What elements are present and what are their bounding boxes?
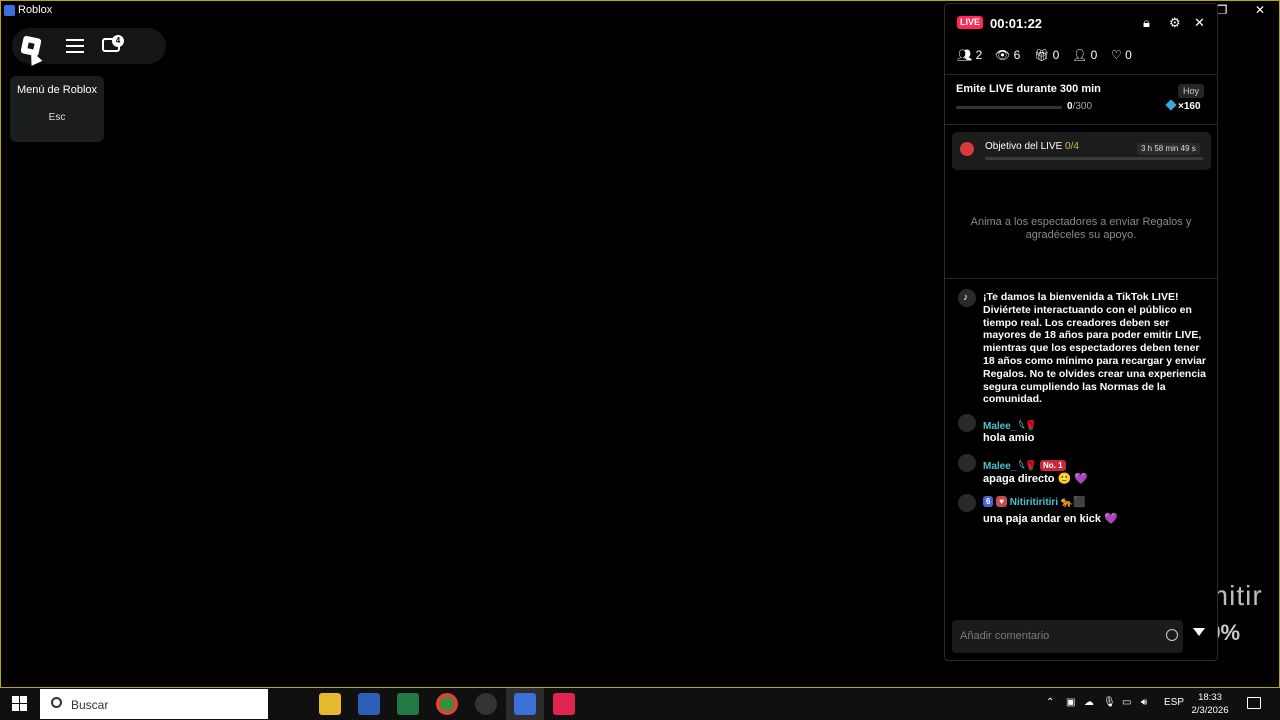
clock-time: 18:33 — [1198, 692, 1222, 703]
comment-text: apaga directo 🙂 💜 — [983, 473, 1089, 485]
tray-app-icon[interactable]: ▣ — [1066, 697, 1075, 708]
obs-icon[interactable] — [475, 693, 497, 715]
comment-user-row: Malee_ 𓆩🌹 No. 1 — [983, 457, 1066, 473]
followers-stat[interactable]: 👤︎ 0 — [1072, 48, 1097, 62]
tiktok-live-panel: LIVE 00:01:22 🔒︎ ⚙ ✕ 👥︎ 2 👁︎ 6 🎁︎ 0 👤︎ 0… — [944, 3, 1218, 661]
likes-stat[interactable]: ♡ 0 — [1111, 48, 1132, 62]
send-icon[interactable] — [1193, 628, 1205, 636]
close-window-button[interactable]: ✕ — [1252, 3, 1268, 17]
comment-username[interactable]: Malee_ 𓆩🌹 — [983, 417, 1037, 433]
avatar[interactable] — [958, 414, 976, 432]
notification-icon[interactable] — [1247, 697, 1261, 709]
avatar[interactable] — [958, 454, 976, 472]
tooltip-shortcut: Esc — [48, 112, 66, 123]
network-icon[interactable]: ▭ — [1122, 697, 1131, 708]
emoji-icon[interactable] — [1166, 629, 1178, 641]
tiktok-avatar: ♪ — [958, 289, 976, 307]
hamburger-icon[interactable] — [66, 39, 84, 53]
volume-icon[interactable]: 🔊︎ — [1141, 697, 1147, 708]
comment-username[interactable]: Nitiritiritiri 🐆⬛ — [1010, 497, 1086, 508]
microphone-icon[interactable]: 🎙︎ — [1103, 697, 1116, 708]
tooltip-title: Menú de Roblox — [16, 84, 98, 96]
fan-badge-icon: ♥ — [996, 496, 1007, 507]
word-icon[interactable] — [358, 693, 380, 715]
roblox-app-icon — [4, 5, 15, 16]
roblox-menu-tooltip: Menú de Roblox Esc — [10, 76, 104, 142]
mission-title: Emite LIVE durante 300 min — [956, 83, 1101, 95]
goal-progress-bar — [985, 157, 1203, 160]
goal-icon — [960, 142, 974, 156]
search-placeholder: Buscar — [71, 698, 109, 712]
live-badge: LIVE — [957, 16, 984, 29]
comment-user-row: 6 ♥ Nitiritiritiri 🐆⬛ — [983, 496, 1086, 508]
lock-icon[interactable]: 🔒︎ — [1143, 15, 1150, 31]
tiktok-live-studio-icon[interactable] — [553, 693, 575, 715]
close-icon[interactable]: ✕ — [1194, 15, 1205, 31]
gem-icon — [1165, 99, 1177, 111]
desktop: Roblox ❐ ✕ 4 Menú de Roblox Esc Omitir 3… — [0, 0, 1280, 720]
clock-date: 2/3/2026 — [1191, 705, 1229, 716]
language-indicator[interactable]: ESP — [1164, 697, 1184, 708]
chrome-icon[interactable] — [436, 693, 458, 715]
chat-badge: 4 — [112, 35, 124, 47]
comment-username[interactable]: Malee_ 𓆩🌹 — [983, 461, 1037, 472]
live-goal-card[interactable]: Objetivo del LIVE 0/4 3 h 58 min 49 s — [952, 132, 1211, 170]
goal-time-left: 3 h 58 min 49 s — [1137, 143, 1200, 155]
taskbar: Buscar ⌃ ▣ ☁ 🎙︎ ▭ 🔊︎ ESP 18:33 2/3/2026 — [0, 688, 1280, 720]
mission-period: Hoy — [1178, 84, 1205, 98]
tiktok-icon: ♪ — [963, 292, 968, 303]
comment-placeholder: Añadir comentario — [960, 630, 1050, 642]
settings-icon[interactable]: ⚙ — [1169, 15, 1181, 31]
gifts-stat[interactable]: 🎁︎ 0 — [1034, 48, 1059, 62]
welcome-message: ¡Te damos la bienvenida a TikTok LIVE! D… — [983, 291, 1206, 406]
search-icon — [51, 697, 62, 708]
divider — [945, 74, 1217, 75]
rank-badge: No. 1 — [1040, 460, 1066, 471]
excel-icon[interactable] — [397, 693, 419, 715]
roblox-taskbar-icon[interactable] — [514, 693, 536, 715]
views-stat[interactable]: 👁︎ 6 — [995, 48, 1020, 62]
viewers-stat[interactable]: 👥︎ 2 — [957, 48, 982, 62]
goal-title: Objetivo del LIVE 0/4 — [985, 141, 1079, 152]
file-explorer-icon[interactable] — [319, 693, 341, 715]
divider — [945, 278, 1217, 279]
divider — [945, 124, 1217, 125]
live-timer: 00:01:22 — [990, 16, 1043, 31]
taskbar-clock[interactable]: 18:33 2/3/2026 — [1189, 691, 1231, 717]
windows-start-icon[interactable] — [12, 696, 28, 712]
window-title: Roblox — [18, 4, 53, 16]
avatar[interactable] — [958, 494, 976, 512]
chevron-up-icon[interactable]: ⌃ — [1046, 697, 1054, 708]
gift-hint: Anima a los espectadores a enviar Regalo… — [970, 216, 1192, 241]
mission-reward: ×160 — [1165, 99, 1201, 112]
taskbar-search[interactable]: Buscar — [40, 689, 268, 719]
comment-input[interactable]: Añadir comentario — [952, 620, 1183, 653]
comment-text: una paja andar en kick 💜 — [983, 513, 1118, 525]
mission-count: 0/300 — [1067, 101, 1093, 112]
level-badge: 6 — [983, 496, 994, 507]
cloud-icon[interactable]: ☁ — [1084, 697, 1094, 708]
mission-progress-bar — [956, 106, 1062, 109]
comment-text: hola amio — [983, 432, 1035, 444]
